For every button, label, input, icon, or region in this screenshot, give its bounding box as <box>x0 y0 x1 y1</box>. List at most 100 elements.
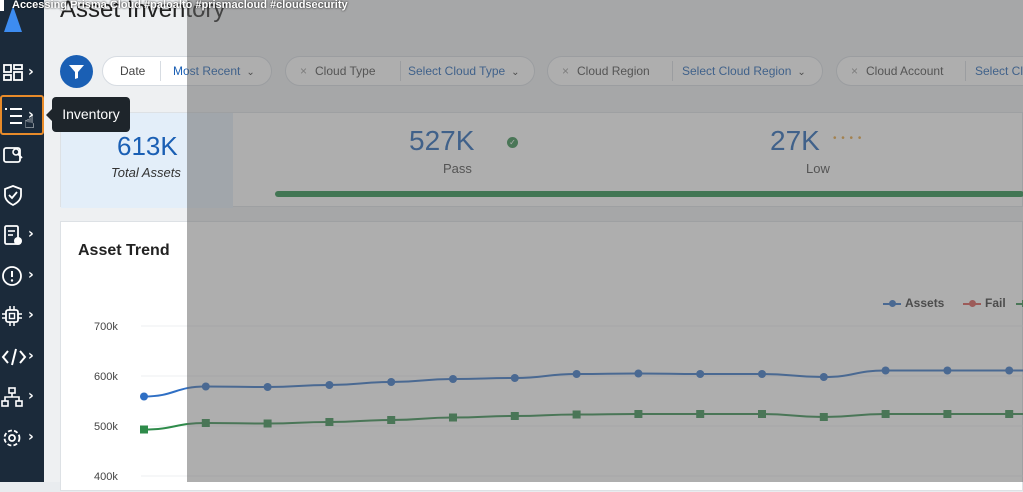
data-point[interactable] <box>881 410 890 418</box>
date-filter-value: Most Recent <box>173 64 241 78</box>
data-point[interactable] <box>696 410 705 418</box>
chevron-down-icon: ⌄ <box>511 67 520 78</box>
data-point[interactable] <box>140 392 148 401</box>
investigate-icon <box>3 147 23 163</box>
cloud-account-filter[interactable]: × Cloud Account Select Cl <box>836 56 1023 86</box>
inventory-tooltip: Inventory <box>46 97 130 132</box>
cloud-region-filter-value: Select Cloud Region <box>682 64 792 78</box>
data-point[interactable] <box>201 419 210 427</box>
asset-trend-chart: 700k 600k 500k 400k <box>94 321 1023 483</box>
funnel-icon <box>69 65 84 79</box>
filter-bar: Date Most Recent ⌄ × Cloud Type Select Clo… <box>44 46 1023 98</box>
alert-icon <box>2 266 22 286</box>
data-point[interactable] <box>881 366 890 375</box>
chevron-right-icon: › <box>28 388 34 404</box>
nav-runtime[interactable]: › <box>0 300 44 330</box>
hand-cursor-icon: ☝ <box>24 112 35 133</box>
filter-button[interactable] <box>60 55 93 88</box>
data-point[interactable] <box>1005 366 1014 375</box>
chevron-down-icon: ⌄ <box>797 67 806 78</box>
data-point[interactable] <box>449 413 457 422</box>
data-point[interactable] <box>758 370 766 378</box>
data-point[interactable] <box>1005 410 1014 418</box>
data-point[interactable] <box>325 381 334 389</box>
inventory-list-icon <box>5 108 22 124</box>
chevron-right-icon: › <box>28 307 34 323</box>
cloud-type-filter-label: Cloud Type <box>315 64 376 78</box>
data-point[interactable] <box>634 410 643 418</box>
pass-value[interactable]: 527K <box>409 125 474 157</box>
remove-filter-icon[interactable]: × <box>851 64 858 78</box>
data-point[interactable] <box>758 410 766 418</box>
cloud-region-filter-label: Cloud Region <box>577 64 650 78</box>
main-content: Asset Inventory Date Most Recent ⌄ × Cloud… <box>44 0 1023 491</box>
pass-label: Pass <box>443 161 472 176</box>
compliance-icon <box>4 225 22 245</box>
data-point[interactable] <box>510 374 519 382</box>
nav-settings[interactable]: › <box>0 422 44 452</box>
shield-icon <box>4 185 22 206</box>
data-point[interactable] <box>819 373 828 381</box>
gear-icon <box>3 429 21 447</box>
video-title-overlay: Accessing Prisma Cloud #paloalto #prisma… <box>0 0 1023 12</box>
data-point[interactable] <box>943 366 952 375</box>
cloud-region-select[interactable]: Select Cloud Region ⌄ <box>682 57 806 85</box>
nav-dashboard[interactable]: › <box>0 57 44 87</box>
cloud-type-select[interactable]: Select Cloud Type ⌄ <box>408 57 520 85</box>
data-point[interactable] <box>263 419 272 428</box>
asset-trend-card: Asset Trend Assets Fail 700k 600k 500k 400k <box>60 221 1023 491</box>
total-assets-label: Total Assets <box>111 165 181 180</box>
cloud-type-filter[interactable]: × Cloud Type Select Cloud Type ⌄ <box>285 56 535 86</box>
data-point[interactable] <box>943 410 952 418</box>
data-point[interactable] <box>201 382 210 391</box>
cloud-account-filter-value: Select Cl <box>975 64 1023 78</box>
data-point[interactable] <box>387 416 396 424</box>
video-title-text: Accessing Prisma Cloud #paloalto #prisma… <box>12 0 348 11</box>
data-point[interactable] <box>696 370 705 378</box>
series-line-assets <box>143 369 1023 398</box>
network-icon <box>1 387 23 407</box>
y-tick-label: 500k <box>94 421 118 433</box>
pass-progress-bar <box>275 191 1023 197</box>
cloud-region-filter[interactable]: × Cloud Region Select Cloud Region ⌄ <box>547 56 823 86</box>
data-point[interactable] <box>572 370 581 378</box>
nav-network[interactable]: › <box>0 381 44 411</box>
nav-inventory[interactable]: › <box>0 95 44 135</box>
chevron-right-icon: › <box>28 267 34 283</box>
nav-alerts[interactable]: › <box>0 260 44 290</box>
cloud-account-select[interactable]: Select Cl <box>975 57 1023 85</box>
data-point[interactable] <box>510 412 519 420</box>
date-filter[interactable]: Date Most Recent ⌄ <box>102 56 272 86</box>
nav-prevent[interactable] <box>0 179 44 209</box>
data-point[interactable] <box>572 410 581 419</box>
cloud-type-filter-value: Select Cloud Type <box>408 64 506 78</box>
date-filter-select[interactable]: Most Recent ⌄ <box>173 57 255 85</box>
data-point[interactable] <box>449 375 457 383</box>
data-point[interactable] <box>263 383 272 391</box>
code-icon <box>1 348 27 366</box>
sidebar: › › › › › › › › <box>0 0 44 482</box>
data-point[interactable] <box>140 425 148 434</box>
divider <box>672 61 673 81</box>
remove-filter-icon[interactable]: × <box>300 64 307 78</box>
low-label: Low <box>806 161 830 176</box>
cloud-account-filter-label: Cloud Account <box>866 64 944 78</box>
chevron-right-icon: › <box>28 226 34 242</box>
remove-filter-icon[interactable]: × <box>562 64 569 78</box>
divider <box>160 61 161 81</box>
y-tick-label: 700k <box>94 321 118 333</box>
low-value[interactable]: 27K <box>770 125 820 157</box>
divider <box>965 61 966 81</box>
nav-investigate[interactable] <box>0 139 44 169</box>
chevron-right-icon: › <box>28 429 34 445</box>
data-point[interactable] <box>819 413 828 421</box>
nav-compliance[interactable]: › <box>0 219 44 249</box>
data-point[interactable] <box>634 369 643 378</box>
nav-code[interactable]: › <box>0 341 44 371</box>
data-point[interactable] <box>387 378 396 386</box>
total-assets-value: 613K <box>117 131 178 161</box>
y-tick-label: 400k <box>94 471 118 483</box>
y-tick-label: 600k <box>94 371 118 383</box>
data-point[interactable] <box>325 418 334 426</box>
summary-card: 613K Total Assets 527K ✓ Pass 27K • • • … <box>60 112 1023 208</box>
